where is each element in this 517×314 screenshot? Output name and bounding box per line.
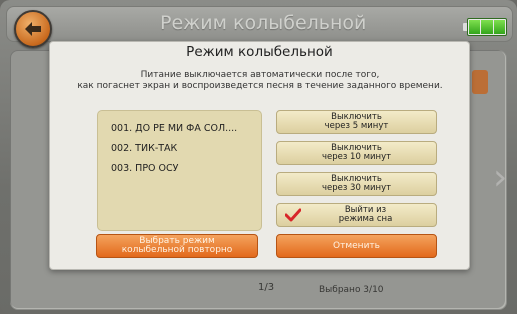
- exit-sleep-mode-button[interactable]: Выйти из режима сна: [276, 203, 437, 227]
- off-10-minutes-button[interactable]: Выключить через 10 минут: [276, 141, 437, 165]
- back-button[interactable]: [14, 10, 52, 48]
- dialog-description: Питание выключается автоматически после …: [70, 70, 450, 92]
- screen-title: Режим колыбельной: [160, 12, 367, 34]
- off30-label-2: через 30 минут: [321, 183, 392, 193]
- off5-label-2: через 5 минут: [324, 121, 389, 131]
- list-item[interactable]: 002. ТИК-ТАК: [111, 139, 261, 159]
- off10-label-2: через 10 минут: [321, 152, 392, 162]
- reselect-lullaby-button[interactable]: Выбрать режим колыбельной повторно: [96, 234, 258, 258]
- off-30-minutes-button[interactable]: Выключить через 30 минут: [276, 172, 437, 196]
- song-list: 001. ДО РЕ МИ ФА СОЛ.... 002. ТИК-ТАК 00…: [97, 110, 262, 231]
- exit-sleep-label-2: режима сна: [338, 214, 393, 224]
- description-line-2: как погаснет экран и воспроизведется пес…: [77, 81, 443, 91]
- cancel-button[interactable]: Отменить: [276, 234, 437, 258]
- list-item[interactable]: 003. ПРО ОСУ: [111, 159, 261, 179]
- list-item[interactable]: 001. ДО РЕ МИ ФА СОЛ....: [111, 115, 261, 139]
- back-arrow-icon: [25, 22, 41, 36]
- off-5-minutes-button[interactable]: Выключить через 5 минут: [276, 110, 437, 134]
- checkmark-icon: [285, 208, 301, 222]
- reselect-label-2: колыбельной повторно: [121, 245, 233, 255]
- description-line-1: Питание выключается автоматически после …: [140, 70, 380, 80]
- battery-icon: [463, 17, 507, 37]
- cancel-label: Отменить: [333, 240, 380, 251]
- device-screen: Режим колыбельной › 1/3 Выбрано 3/10 Реж…: [0, 0, 517, 314]
- dialog-title: Режим колыбельной: [186, 44, 333, 60]
